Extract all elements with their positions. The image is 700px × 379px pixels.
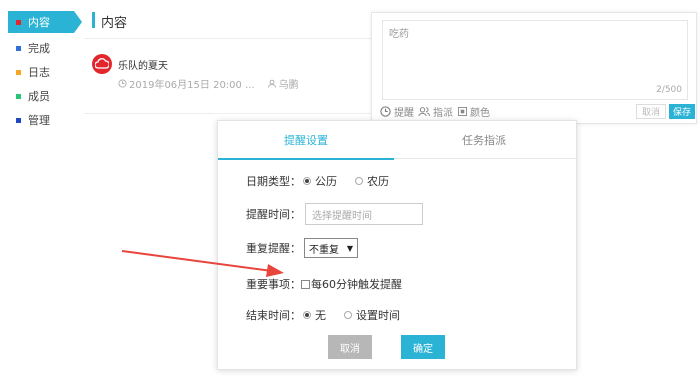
- post-date: 2019年06月15日 20:00 ...: [129, 80, 255, 91]
- sidebar-item-content[interactable]: 内容: [8, 11, 82, 33]
- assign-tool[interactable]: 指派: [418, 104, 453, 119]
- editor-cancel-button[interactable]: 取消: [636, 104, 666, 119]
- sidebar-dot-icon: [16, 93, 21, 99]
- sidebar-dot-icon: [16, 69, 21, 75]
- end-time-label: 结束时间：: [246, 309, 301, 322]
- radio-solar[interactable]: [303, 177, 311, 185]
- sidebar-item-manage[interactable]: 管理: [8, 109, 78, 131]
- cloud-icon: [95, 58, 109, 69]
- users-icon: [418, 106, 430, 117]
- end-time-row: 结束时间： 无 设置时间: [246, 307, 416, 323]
- tab-task-assign[interactable]: 任务指派: [396, 121, 572, 159]
- char-counter: 2/500: [656, 85, 682, 95]
- radio-end-none[interactable]: [303, 311, 311, 319]
- remind-label: 提醒: [394, 108, 414, 119]
- sidebar-item-done[interactable]: 完成: [8, 37, 78, 59]
- radio-end-none-label[interactable]: 无: [315, 307, 326, 323]
- important-row: 重要事项： 每60分钟触发提醒: [246, 276, 402, 292]
- sidebar-dot-icon: [16, 45, 21, 51]
- important-option-label[interactable]: 每60分钟触发提醒: [311, 276, 402, 292]
- color-tool[interactable]: 颜色: [458, 104, 490, 119]
- remind-time-label: 提醒时间：: [246, 208, 301, 221]
- remind-time-row: 提醒时间： 选择提醒时间: [246, 203, 423, 225]
- sidebar-item-label: 成员: [28, 90, 50, 103]
- sidebar-item-label: 内容: [28, 16, 50, 29]
- user-icon: [267, 79, 277, 88]
- sidebar-item-members[interactable]: 成员: [8, 85, 78, 107]
- sidebar-item-log[interactable]: 日志: [8, 61, 78, 83]
- clock-icon: [118, 79, 127, 88]
- repeat-select[interactable]: 不重复 ▼: [304, 238, 358, 258]
- important-label: 重要事项：: [246, 278, 301, 291]
- post-assignee: 乌鹏: [278, 80, 299, 91]
- sidebar: 内容 完成 日志 成员 管理: [0, 0, 82, 140]
- date-type-row: 日期类型： 公历 农历: [246, 173, 405, 189]
- task-editor: 吃药 2/500 提醒 指派 颜色 取消 保存: [371, 12, 697, 124]
- date-type-label: 日期类型：: [246, 175, 301, 188]
- remind-tool[interactable]: 提醒: [380, 104, 414, 119]
- sidebar-item-label: 日志: [28, 66, 50, 79]
- repeat-label: 重复提醒：: [246, 242, 301, 255]
- radio-lunar[interactable]: [355, 177, 363, 185]
- page-title: 内容: [101, 16, 128, 31]
- repeat-row: 重复提醒： 不重复 ▼: [246, 238, 358, 258]
- app-root: 内容 完成 日志 成员 管理 内容 乐队的夏天 2019年06月15日 20:0…: [0, 0, 700, 379]
- reminder-popup: 提醒设置 任务指派 日期类型： 公历 农历 提醒时间： 选择提醒时间 重复提醒：…: [217, 120, 577, 370]
- color-square-icon: [458, 107, 467, 116]
- task-text-input[interactable]: 吃药: [382, 20, 688, 100]
- popup-confirm-button[interactable]: 确定: [401, 335, 445, 359]
- caret-down-icon: ▼: [346, 243, 353, 253]
- post-meta: 2019年06月15日 20:00 ... 乌鹏: [118, 76, 299, 91]
- sidebar-dot-icon: [16, 117, 21, 123]
- assign-label: 指派: [433, 108, 453, 119]
- title-accent-bar: [92, 12, 95, 28]
- popup-tabs: 提醒设置 任务指派: [218, 121, 576, 160]
- remind-time-input[interactable]: 选择提醒时间: [305, 203, 423, 225]
- radio-lunar-label[interactable]: 农历: [367, 173, 389, 189]
- clock-icon: [380, 106, 391, 117]
- radio-end-set[interactable]: [344, 311, 352, 319]
- avatar[interactable]: [92, 54, 112, 74]
- post-title[interactable]: 乐队的夏天: [118, 57, 168, 72]
- sidebar-dot-icon: [16, 19, 21, 25]
- tab-reminder-settings[interactable]: 提醒设置: [218, 121, 394, 160]
- divider: [84, 113, 374, 114]
- sidebar-item-label: 完成: [28, 42, 50, 55]
- repeat-value: 不重复: [309, 244, 339, 256]
- editor-save-button[interactable]: 保存: [669, 104, 695, 119]
- radio-solar-label[interactable]: 公历: [315, 173, 337, 189]
- popup-cancel-button[interactable]: 取消: [328, 335, 372, 359]
- important-checkbox[interactable]: [301, 279, 310, 289]
- divider: [84, 38, 374, 39]
- sidebar-item-label: 管理: [28, 114, 50, 127]
- color-label: 颜色: [470, 108, 490, 119]
- radio-end-set-label[interactable]: 设置时间: [356, 307, 400, 323]
